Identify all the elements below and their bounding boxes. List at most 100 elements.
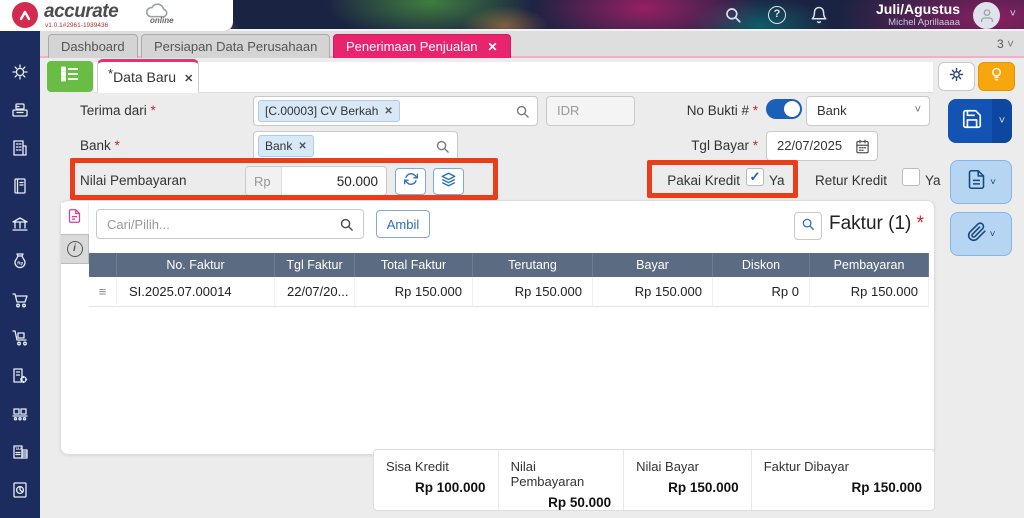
- brand-online-label: online: [150, 16, 174, 25]
- chevron-down-icon: ˅: [990, 176, 996, 188]
- sidebar-item-kasir[interactable]: [10, 100, 30, 120]
- sidebar-item-penjualan[interactable]: Rp: [10, 252, 30, 272]
- summary-bar: Sisa Kredit Rp 100.000 Nilai Pembayaran …: [373, 449, 935, 511]
- cell-bayar[interactable]: Rp 150.000: [593, 277, 713, 307]
- bank-field[interactable]: Bank ✕: [253, 131, 458, 161]
- user-menu-chevron-icon[interactable]: ˅: [1010, 8, 1016, 20]
- nilai-pembayaran-field[interactable]: Rp 50.000: [245, 166, 387, 196]
- sidebar-item-perusahaan[interactable]: [10, 138, 30, 158]
- tgl-bayar-field[interactable]: 22/07/2025: [766, 131, 878, 161]
- no-bukti-toggle[interactable]: [766, 99, 802, 119]
- close-tab-icon[interactable]: ✕: [488, 40, 498, 54]
- cell-terutang[interactable]: Rp 150.000: [473, 277, 593, 307]
- detail-tab-invoice[interactable]: [61, 203, 89, 234]
- faktur-count-title: Faktur (1) *: [829, 213, 925, 234]
- search-icon[interactable]: [515, 104, 530, 124]
- tab-data-baru[interactable]: *Data Baru ✕: [97, 59, 199, 93]
- settings-button[interactable]: [938, 62, 975, 91]
- handle-column-header: [89, 253, 117, 277]
- distribute-amount-button[interactable]: [433, 168, 464, 195]
- cell-diskon[interactable]: Rp 0: [713, 277, 810, 307]
- document-actions-button[interactable]: ˅: [950, 160, 1012, 204]
- left-sidebar: Rp TAX: [0, 31, 40, 518]
- nilai-pembayaran-value[interactable]: 50.000: [282, 167, 386, 195]
- search-icon: [339, 217, 354, 237]
- col-no-faktur[interactable]: No. Faktur: [117, 253, 275, 277]
- no-bukti-type-select[interactable]: Bank ˅: [806, 96, 930, 126]
- col-terutang[interactable]: Terutang: [473, 253, 593, 277]
- sidebar-item-manufaktur[interactable]: [10, 404, 30, 424]
- ambil-button[interactable]: Ambil: [376, 210, 430, 238]
- col-bayar[interactable]: Bayar: [593, 253, 713, 277]
- layers-icon: [441, 172, 456, 192]
- search-icon[interactable]: [724, 6, 742, 24]
- main-content: *Data Baru ✕ ˅ ˅ ˅ Terima dari * [C.00003…: [40, 58, 1024, 518]
- bank-chip[interactable]: Bank ✕: [258, 135, 314, 157]
- tab-dashboard[interactable]: Dashboard: [48, 34, 138, 58]
- pakai-kredit-option: Ya: [769, 173, 785, 188]
- drag-handle-icon[interactable]: ≡: [89, 277, 117, 307]
- nilai-pembayaran-label: Nilai Pembayaran: [80, 173, 187, 188]
- inventory-trolley-icon: [10, 330, 30, 352]
- faktur-lookup-button[interactable]: [794, 212, 822, 240]
- tab-persiapan-data-perusahaan[interactable]: Persiapan Data Perusahaan: [141, 34, 331, 58]
- save-floppy-icon: [961, 108, 983, 135]
- chevron-down-icon: ˅: [989, 228, 996, 240]
- close-data-baru-icon[interactable]: ✕: [184, 73, 193, 85]
- retur-kredit-checkbox[interactable]: [902, 168, 920, 186]
- document-tab-bar: Dashboard Persiapan Data Perusahaan Pene…: [40, 31, 1024, 58]
- col-tgl-faktur[interactable]: Tgl Faktur: [275, 253, 355, 277]
- sidebar-item-laporan[interactable]: [10, 480, 30, 500]
- cell-no-faktur[interactable]: SI.2025.07.00014: [117, 277, 275, 307]
- avatar[interactable]: [973, 2, 1000, 29]
- attachment-button[interactable]: ˅: [950, 212, 1012, 256]
- user-info[interactable]: Juli/Agustus Michel Aprillaaaa: [876, 1, 960, 28]
- col-diskon[interactable]: Diskon: [713, 253, 810, 277]
- user-name: Michel Aprillaaaa: [888, 17, 960, 28]
- sidebar-item-settings[interactable]: [10, 62, 30, 82]
- tab-overflow-dropdown[interactable]: 3: [997, 37, 1014, 51]
- chip-close-icon[interactable]: ✕: [384, 106, 392, 117]
- record-list-button[interactable]: [47, 61, 93, 92]
- top-header: accurate online v1.0.1#2961-1939436 ? Ju…: [0, 0, 1024, 31]
- table-row[interactable]: ≡ SI.2025.07.00014 22/07/20... Rp 150.00…: [89, 277, 929, 307]
- col-pembayaran[interactable]: Pembayaran: [810, 253, 929, 277]
- brand-name: accurate: [44, 1, 119, 22]
- recalculate-button[interactable]: [395, 168, 426, 195]
- cell-pembayaran[interactable]: Rp 150.000: [810, 277, 929, 307]
- terima-dari-field[interactable]: [C.00003] CV Berkah ✕: [253, 96, 538, 126]
- search-icon[interactable]: [435, 139, 450, 159]
- chevron-down-icon: ˅: [914, 104, 921, 116]
- sidebar-item-buku-besar[interactable]: [10, 176, 30, 196]
- col-total-faktur[interactable]: Total Faktur: [355, 253, 473, 277]
- gear-icon: [948, 66, 965, 88]
- calendar-icon[interactable]: [855, 139, 870, 157]
- currency-prefix: Rp: [246, 167, 282, 195]
- shopping-cart-icon: [10, 293, 30, 314]
- save-options-chevron-icon[interactable]: ˅: [992, 99, 1012, 143]
- detail-tab-info[interactable]: i: [61, 234, 89, 264]
- svg-text:Rp: Rp: [17, 261, 23, 266]
- app-window: accurate online v1.0.1#2961-1939436 ? Ju…: [0, 0, 1024, 518]
- chip-close-icon[interactable]: ✕: [298, 141, 306, 152]
- sidebar-item-pembelian[interactable]: [10, 290, 30, 310]
- save-button[interactable]: ˅: [948, 99, 1012, 143]
- cell-tgl-faktur[interactable]: 22/07/20...: [275, 277, 355, 307]
- bank-label: Bank *: [80, 138, 120, 153]
- pakai-kredit-checkbox[interactable]: ✓: [746, 168, 764, 186]
- brand-logo[interactable]: accurate online v1.0.1#2961-1939436: [0, 0, 233, 31]
- summary-nilai-pembayaran: Nilai Pembayaran Rp 50.000: [499, 450, 625, 510]
- sidebar-item-aset[interactable]: [10, 366, 30, 386]
- tips-button[interactable]: [978, 62, 1015, 91]
- sidebar-item-pajak[interactable]: TAX: [10, 442, 30, 462]
- tab-penerimaan-penjualan[interactable]: Penerimaan Penjualan ✕: [333, 34, 511, 58]
- asset-factory-icon: [10, 368, 30, 390]
- help-icon[interactable]: ?: [768, 6, 786, 24]
- company-building-icon: [10, 140, 30, 162]
- cell-total-faktur[interactable]: Rp 150.000: [355, 277, 473, 307]
- notification-bell-icon[interactable]: [810, 6, 828, 24]
- sidebar-item-kas-bank[interactable]: [10, 214, 30, 234]
- sidebar-item-persediaan[interactable]: [10, 328, 30, 348]
- faktur-search-input[interactable]: [96, 209, 364, 239]
- customer-chip[interactable]: [C.00003] CV Berkah ✕: [258, 100, 400, 122]
